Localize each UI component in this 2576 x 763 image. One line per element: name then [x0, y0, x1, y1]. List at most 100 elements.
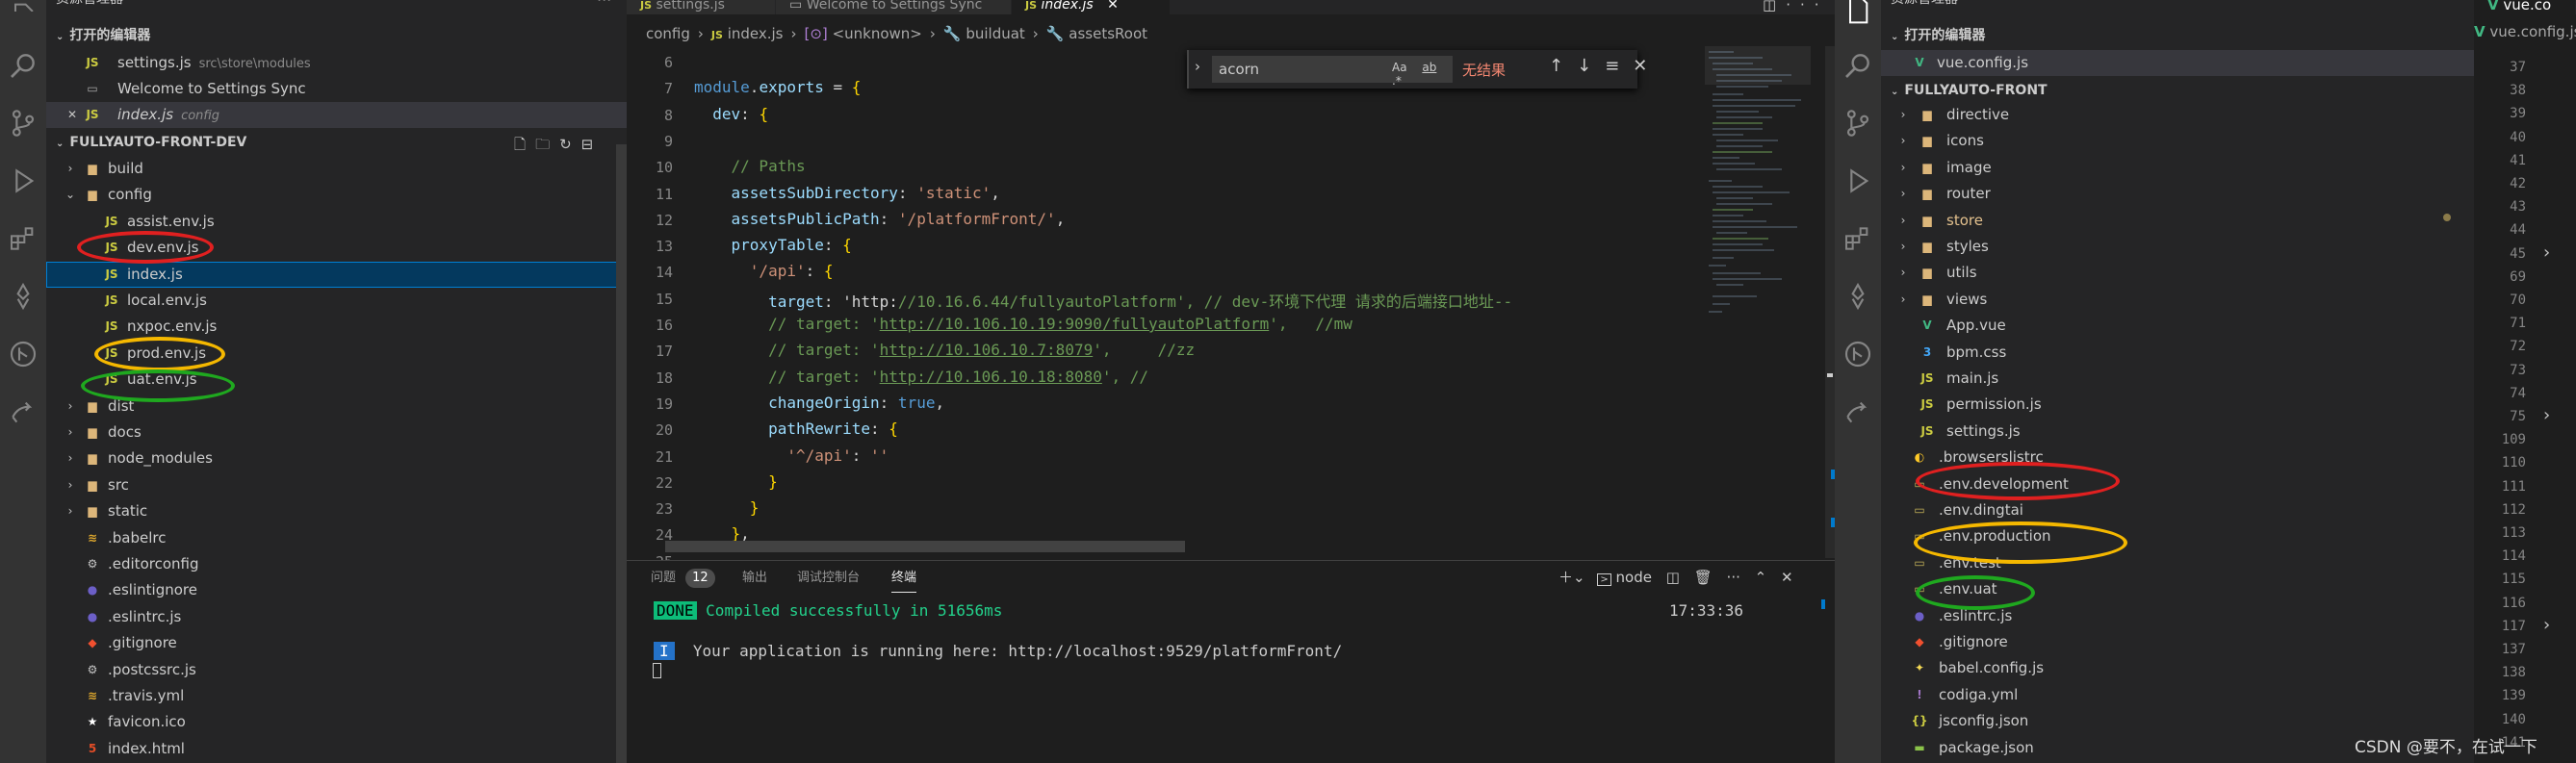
tree-item[interactable]: {} jsconfig.json	[1881, 708, 2474, 734]
close-icon[interactable]: ✕	[1633, 56, 1661, 76]
trash-icon[interactable]: 🗑	[1694, 569, 1713, 586]
tree-item[interactable]: ▭ .env.uat	[1881, 576, 2474, 602]
new-folder-icon[interactable]: 🗀	[535, 136, 559, 153]
tree-item[interactable]: › ▆ dist	[46, 394, 627, 420]
chevron-right-icon[interactable]: ›	[2543, 242, 2550, 263]
arrow-down-icon[interactable]: ↓	[1577, 56, 1605, 76]
tree-item[interactable]: › ▆ icons	[1881, 128, 2474, 154]
refresh-icon[interactable]: ↻	[559, 136, 581, 153]
tab-welcome[interactable]: ▭ Welcome to Settings Sync	[776, 0, 1012, 14]
open-editor-item[interactable]: ▭ Welcome to Settings Sync	[46, 76, 627, 102]
regex-icon[interactable]: .*	[1392, 74, 1402, 88]
tree-item[interactable]: JS local.env.js	[46, 288, 627, 314]
tree-item[interactable]: › ▆ directive	[1881, 102, 2474, 128]
breadcrumb-item[interactable]: index.js	[728, 25, 784, 42]
more-icon[interactable]: ···	[1786, 0, 1828, 13]
tree-item[interactable]: ★ favicon.ico	[46, 709, 627, 735]
chevron-right-icon[interactable]: ›	[2543, 405, 2550, 425]
tree-item[interactable]: ▭ .env.development	[1881, 471, 2474, 497]
open-editor-vue-config[interactable]: V vue.config.js	[1881, 50, 2474, 76]
tree-item[interactable]: 3 bpm.css	[1881, 340, 2474, 366]
selection-icon[interactable]: ≡	[1605, 56, 1633, 76]
breadcrumb-item[interactable]: <unknown>	[833, 25, 922, 42]
editor-scrollbar[interactable]	[1825, 46, 1835, 558]
editor-actions[interactable]: ◫···	[1763, 0, 1829, 13]
new-file-icon[interactable]: 🗋	[514, 136, 535, 153]
tree-item[interactable]: ● .eslintignore	[46, 577, 627, 603]
terminal-name[interactable]: node	[1616, 569, 1652, 586]
breadcrumb-item[interactable]: assetsRoot	[1069, 25, 1147, 42]
tree-item[interactable]: ▭ .env.test	[1881, 550, 2474, 576]
match-case-icon[interactable]: Aa	[1392, 61, 1407, 74]
run-debug-icon[interactable]	[8, 165, 39, 196]
breadcrumb-item[interactable]: vue.config.js	[2489, 23, 2576, 40]
tree-item[interactable]: JS permission.js	[1881, 392, 2474, 418]
close-icon[interactable]: ✕	[1107, 0, 1119, 13]
tree-item[interactable]: › ▆ image	[1881, 155, 2474, 181]
tree-item[interactable]: › ▆ store	[1881, 208, 2474, 234]
tree-item[interactable]: ✦ babel.config.js	[1881, 655, 2474, 681]
tree-item[interactable]: › ▆ styles	[1881, 234, 2474, 260]
tree-item[interactable]: ⌄ ▆ config	[46, 182, 627, 208]
find-options[interactable]: Aa ab .*	[1392, 61, 1452, 88]
search-icon[interactable]	[8, 50, 39, 81]
live-share-icon[interactable]	[8, 396, 39, 427]
add-terminal-icon[interactable]: ＋⌄	[1558, 569, 1585, 586]
tab-terminal[interactable]: 终端	[891, 564, 917, 593]
open-editor-item[interactable]: JS settings.js src\store\modules	[46, 50, 627, 76]
tree-item[interactable]: JS prod.env.js	[46, 341, 627, 367]
live-share-icon[interactable]	[1842, 396, 1873, 427]
tree-item[interactable]: › ▆ views	[1881, 287, 2474, 313]
arrow-up-icon[interactable]: ↑	[1549, 56, 1577, 76]
tree-item[interactable]: › ▆ router	[1881, 181, 2474, 207]
project-header[interactable]: ⌄ FULLYAUTO-FRONT	[1881, 78, 2474, 104]
tree-item[interactable]: JS nxpoc.env.js	[46, 314, 627, 340]
tree-item[interactable]: V App.vue	[1881, 313, 2474, 339]
find-actions[interactable]: ↑↓≡✕	[1549, 56, 1661, 76]
tab-problems[interactable]: 问题 12	[651, 561, 715, 596]
collapse-all-icon[interactable]: ⊟	[581, 136, 604, 153]
breadcrumb-item[interactable]: builduat	[966, 25, 1024, 42]
tree-item[interactable]: JS dev.env.js	[46, 235, 627, 261]
tree-item[interactable]: ◆ .gitignore	[1881, 629, 2474, 655]
tab-index-js[interactable]: JS index.js ✕	[1012, 0, 1171, 14]
tree-item[interactable]: ● .eslintrc.js	[46, 604, 627, 630]
extensions-icon[interactable]	[1842, 223, 1873, 254]
tree-item[interactable]: JS index.js	[46, 261, 627, 288]
tree-item[interactable]: ● .eslintrc.js	[1881, 603, 2474, 629]
tree-item[interactable]: 5 index.html	[46, 736, 627, 762]
tab-output[interactable]: 输出	[742, 561, 767, 596]
source-control-icon[interactable]	[8, 108, 39, 139]
tree-item[interactable]: ▭ .env.dingtai	[1881, 497, 2474, 523]
files-icon[interactable]	[1842, 0, 1873, 25]
extensions-icon[interactable]	[8, 223, 39, 254]
split-editor-icon[interactable]: ◫	[1763, 0, 1786, 13]
tree-item[interactable]: ◐ .browserslistrc	[1881, 445, 2474, 471]
tree-item[interactable]: › ▆ src	[46, 472, 627, 498]
tree-item[interactable]: › ▆ utils	[1881, 260, 2474, 286]
tree-item[interactable]: › ▆ docs	[46, 420, 627, 445]
tree-item[interactable]: ⚙ .postcssrc.js	[46, 657, 627, 683]
whole-word-icon[interactable]: ab	[1422, 61, 1436, 74]
tree-item[interactable]: › ▆ static	[46, 498, 627, 524]
chevron-right-icon[interactable]: ›	[2543, 615, 2550, 635]
close-icon[interactable]: ✕	[1781, 569, 1793, 586]
open-editors-header[interactable]: ⌄ 打开的编辑器	[1881, 23, 2474, 49]
tab-vue-config[interactable]: V vue.co	[2474, 0, 2576, 14]
search-icon[interactable]	[1842, 50, 1873, 81]
tree-item[interactable]: ◆ .gitignore	[46, 630, 627, 656]
breadcrumb-item[interactable]: config	[646, 25, 690, 42]
horizontal-scrollbar[interactable]	[665, 541, 1185, 552]
git-graph-icon[interactable]	[8, 339, 39, 369]
run-debug-icon[interactable]	[1842, 165, 1873, 196]
git-graph-icon[interactable]	[1842, 339, 1873, 369]
tree-item[interactable]: › ▆ build	[46, 156, 627, 182]
source-control-icon[interactable]	[1842, 108, 1873, 139]
tab-debug-console[interactable]: 调试控制台	[797, 561, 860, 596]
open-editors-header[interactable]: ⌄ 打开的编辑器	[46, 23, 627, 49]
tree-item[interactable]: JS assist.env.js	[46, 209, 627, 235]
tree-item[interactable]: ▭ .env.production	[1881, 523, 2474, 549]
chevron-right-icon[interactable]: ›	[1195, 58, 1200, 75]
minimap[interactable]	[1705, 46, 1820, 558]
close-icon[interactable]: ✕	[65, 102, 79, 128]
